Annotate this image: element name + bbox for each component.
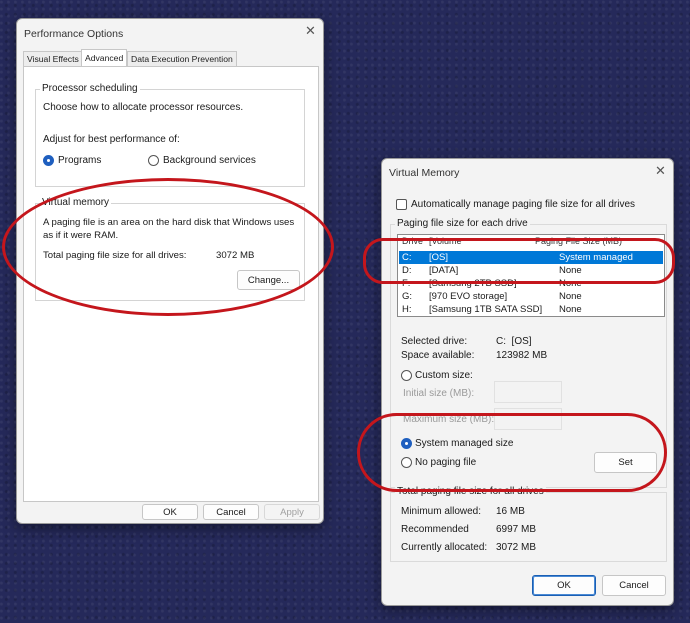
- change-button[interactable]: Change...: [237, 270, 300, 290]
- minimum-allowed-label: Minimum allowed:: [401, 506, 482, 517]
- drive-letter: C:: [402, 252, 412, 263]
- drive-letter: H:: [402, 304, 412, 315]
- processor-scheduling-group: Processor scheduling Choose how to alloc…: [35, 83, 305, 187]
- drive-row-d[interactable]: D: [DATA] None: [399, 264, 663, 277]
- drive-volume: [DATA]: [429, 265, 459, 276]
- paging-file-group: Paging file size for each drive Drive [V…: [390, 218, 667, 488]
- drive-letter: F:: [402, 278, 411, 289]
- currently-allocated-label: Currently allocated:: [401, 542, 488, 553]
- total-paging-label: Total paging file size for all drives:: [43, 250, 187, 261]
- maximum-size-input: [494, 408, 562, 430]
- drive-volume: [970 EVO storage]: [429, 291, 508, 302]
- performance-options-window: Performance Options ✕ Visual Effects Adv…: [16, 18, 324, 524]
- drive-letter: G:: [402, 291, 413, 302]
- close-icon[interactable]: ✕: [305, 23, 316, 39]
- totals-group: Total paging file size for all drives Mi…: [390, 486, 667, 562]
- virtual-memory-description-1: A paging file is an area on the hard dis…: [43, 217, 295, 228]
- drive-row-f[interactable]: F: [Samsung 2TB SSD] None: [399, 277, 663, 290]
- paging-column-header: Paging File Size (MB): [535, 236, 623, 246]
- cancel-button[interactable]: Cancel: [602, 575, 666, 596]
- drive-list-header: Drive [Volume Paging File Size (MB): [398, 235, 664, 249]
- drive-volume: [Samsung 2TB SSD]: [429, 278, 517, 289]
- no-paging-file-radio[interactable]: [401, 457, 412, 468]
- virtual-memory-window: Virtual Memory ✕ Automatically manage pa…: [381, 158, 674, 606]
- custom-size-radio[interactable]: [401, 370, 412, 381]
- processor-scheduling-legend: Processor scheduling: [40, 83, 140, 94]
- virtual-memory-group: Virtual memory A paging file is an area …: [35, 197, 305, 301]
- drive-paging-size: System managed: [559, 252, 633, 263]
- space-available-label: Space available:: [401, 350, 475, 361]
- initial-size-label: Initial size (MB):: [403, 388, 475, 399]
- drive-list[interactable]: Drive [Volume Paging File Size (MB) C: […: [397, 234, 665, 317]
- selected-drive-label: Selected drive:: [401, 336, 468, 347]
- window-title: Virtual Memory: [389, 167, 460, 179]
- system-managed-label[interactable]: System managed size: [415, 438, 513, 449]
- processor-scheduling-description: Choose how to allocate processor resourc…: [43, 102, 244, 113]
- drive-paging-size: None: [559, 291, 582, 302]
- minimum-allowed-value: 16 MB: [496, 506, 525, 517]
- adjust-label: Adjust for best performance of:: [43, 134, 180, 145]
- tab-visual-effects[interactable]: Visual Effects: [23, 51, 83, 67]
- drive-letter: D:: [402, 265, 412, 276]
- drive-column-header: Drive: [402, 236, 424, 246]
- advanced-tab-panel: Processor scheduling Choose how to alloc…: [23, 66, 319, 502]
- recommended-value: 6997 MB: [496, 524, 537, 535]
- apply-button: Apply: [264, 504, 320, 520]
- maximum-size-label: Maximum size (MB):: [403, 414, 495, 425]
- ok-button[interactable]: OK: [532, 575, 596, 596]
- virtual-memory-legend: Virtual memory: [40, 197, 112, 208]
- close-icon[interactable]: ✕: [655, 163, 666, 179]
- no-paging-file-label[interactable]: No paging file: [415, 457, 476, 468]
- drive-paging-size: None: [559, 265, 582, 276]
- window-title: Performance Options: [24, 28, 124, 40]
- initial-size-input: [494, 381, 562, 403]
- totals-legend: Total paging file size for all drives: [395, 486, 546, 497]
- drive-paging-size: None: [559, 304, 582, 315]
- auto-manage-label[interactable]: Automatically manage paging file size fo…: [411, 199, 635, 210]
- tab-data-execution-prevention[interactable]: Data Execution Prevention: [127, 51, 237, 67]
- paging-file-legend: Paging file size for each drive: [395, 218, 530, 229]
- drive-volume: [OS]: [429, 252, 449, 263]
- background-services-label[interactable]: Background services: [163, 155, 256, 166]
- custom-size-label[interactable]: Custom size:: [415, 370, 473, 381]
- total-paging-value: 3072 MB: [216, 250, 255, 261]
- drive-row-h[interactable]: H: [Samsung 1TB SATA SSD] None: [399, 303, 663, 316]
- drive-paging-size: None: [559, 278, 582, 289]
- auto-manage-checkbox[interactable]: [396, 199, 407, 210]
- programs-label[interactable]: Programs: [58, 155, 101, 166]
- space-available-value: 123982 MB: [496, 350, 548, 361]
- drive-row-c[interactable]: C: [OS] System managed: [399, 251, 663, 264]
- recommended-label: Recommended: [401, 524, 469, 535]
- tab-advanced[interactable]: Advanced: [81, 49, 128, 67]
- drive-row-g[interactable]: G: [970 EVO storage] None: [399, 290, 663, 303]
- background-services-radio[interactable]: [148, 155, 159, 166]
- programs-radio[interactable]: [43, 155, 54, 166]
- selected-drive-value: C: [OS]: [496, 336, 532, 347]
- system-managed-radio[interactable]: [401, 438, 412, 449]
- cancel-button[interactable]: Cancel: [203, 504, 259, 520]
- virtual-memory-description-2: as if it were RAM.: [43, 230, 119, 241]
- drive-volume: [Samsung 1TB SATA SSD]: [429, 304, 543, 315]
- currently-allocated-value: 3072 MB: [496, 542, 537, 553]
- volume-column-header: [Volume: [429, 236, 462, 246]
- set-button[interactable]: Set: [594, 452, 657, 473]
- ok-button[interactable]: OK: [142, 504, 198, 520]
